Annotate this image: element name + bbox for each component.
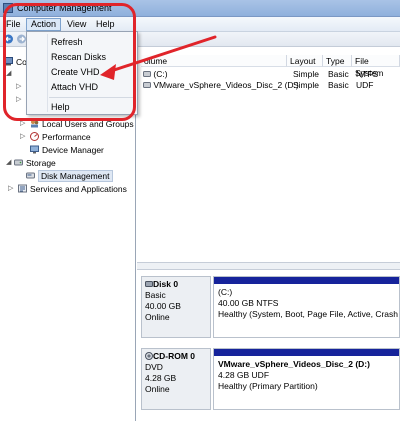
partition-health: Healthy (System, Boot, Page File, Active…: [218, 309, 399, 319]
partition-block[interactable]: VMware_vSphere_Videos_Disc_2 (D:) 4.28 G…: [213, 348, 400, 410]
services-icon: [18, 184, 27, 193]
volume-layout: Simple: [293, 80, 319, 90]
disk-status: Online: [145, 384, 170, 394]
drive-icon: [143, 82, 151, 88]
volume-type: Basic: [328, 69, 349, 79]
disk-0-row: Disk 0 Basic 40.00 GB Online (C:) 40.00 …: [141, 276, 400, 338]
partition-name: (C:): [218, 287, 233, 297]
performance-icon: [30, 132, 39, 141]
drive-icon: [143, 71, 151, 77]
tree-item-storage: Storage: [26, 158, 56, 168]
partition-health: Healthy (Primary Partition): [218, 381, 318, 391]
collapse-toggle[interactable]: ◢: [6, 157, 11, 169]
disk-label[interactable]: Disk 0 Basic 40.00 GB Online: [141, 276, 211, 338]
cdrom-icon: [145, 352, 153, 360]
annotation-highlight-box: [3, 3, 136, 121]
volume-type: Basic: [328, 80, 349, 90]
expand-toggle[interactable]: ▷: [20, 131, 25, 143]
table-row[interactable]: VMware_vSphere_Videos_Disc_2 (D:): [143, 80, 299, 91]
disk-kind: Basic: [145, 290, 166, 300]
partition-bar: [214, 349, 399, 356]
tree-item-disk-management: Disk Management: [38, 170, 113, 182]
partition-detail: 40.00 GB NTFS: [218, 298, 279, 308]
device-manager-icon: [30, 145, 39, 154]
disk-label[interactable]: CD-ROM 0 DVD 4.28 GB Online: [141, 348, 211, 410]
disk-status: Online: [145, 312, 170, 322]
pane-splitter[interactable]: [137, 262, 400, 270]
volume-file-system: NTFS: [356, 69, 379, 79]
column-header-type[interactable]: Type: [323, 55, 352, 67]
disk-kind: DVD: [145, 362, 163, 372]
disk-icon: [145, 281, 153, 287]
partition-block[interactable]: (C:) 40.00 GB NTFS Healthy (System, Boot…: [213, 276, 400, 338]
disk-size: 4.28 GB: [145, 373, 177, 383]
disk-name: CD-ROM 0: [153, 351, 196, 361]
cdrom-0-row: CD-ROM 0 DVD 4.28 GB Online VMware_vSphe…: [141, 348, 400, 410]
partition-detail: 4.28 GB UDF: [218, 370, 270, 380]
column-header-volume[interactable]: olume: [141, 55, 287, 67]
partition-bar: [214, 277, 399, 284]
expand-toggle[interactable]: ▷: [8, 183, 13, 195]
disk-name: Disk 0: [153, 279, 179, 289]
volume-file-system: UDF: [356, 80, 374, 90]
tree-item-services-and-applications: Services and Applications: [30, 184, 127, 194]
column-header-file-system[interactable]: File System: [352, 55, 400, 78]
tree-item-performance: Performance: [42, 132, 91, 142]
disk-management-icon: [26, 172, 35, 179]
partition-name: VMware_vSphere_Videos_Disc_2 (D:): [218, 359, 370, 369]
column-header-layout[interactable]: Layout: [287, 55, 323, 67]
tree-item-device-manager: Device Manager: [42, 145, 104, 155]
volume-name: (C:): [153, 69, 168, 79]
volume-name: VMware_vSphere_Videos_Disc_2 (D:): [153, 80, 299, 90]
volume-layout: Simple: [293, 69, 319, 79]
storage-icon: [14, 159, 23, 166]
table-row[interactable]: (C:): [143, 69, 168, 80]
disk-size: 40.00 GB: [145, 301, 181, 311]
